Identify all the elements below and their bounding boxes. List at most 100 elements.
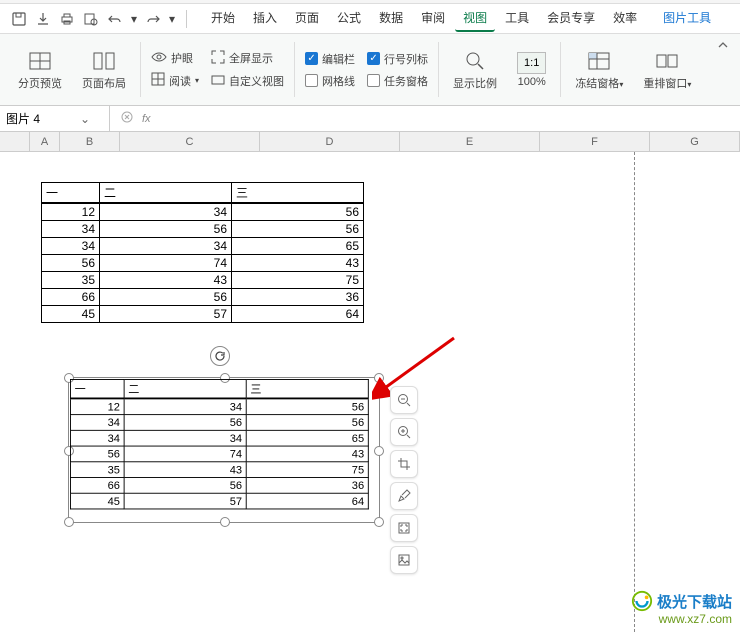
table-header: 三	[246, 379, 368, 398]
table-cell: 35	[70, 462, 124, 478]
name-box-dropdown-icon[interactable]: ⌄	[76, 112, 94, 126]
fx-icon[interactable]: fx	[142, 113, 151, 125]
resize-handle-se[interactable]	[374, 517, 384, 527]
watermark: 极光下载站 www.xz7.com	[631, 590, 732, 626]
resize-handle-e[interactable]	[374, 446, 384, 456]
table-cell: 34	[100, 203, 232, 221]
redo-icon[interactable]	[142, 8, 164, 30]
page-layout-icon	[92, 49, 116, 73]
print-icon[interactable]	[56, 8, 78, 30]
undo-icon[interactable]	[104, 8, 126, 30]
gridlines-checkbox[interactable]: 网格线	[305, 73, 355, 89]
edit-button[interactable]	[390, 482, 418, 510]
zoom-in-button[interactable]	[390, 418, 418, 446]
page-layout-button[interactable]: 页面布局	[78, 45, 130, 95]
freeze-icon	[587, 49, 611, 73]
menu-view[interactable]: 视图	[455, 5, 495, 32]
table-cell: 34	[124, 430, 246, 446]
table-cell: 36	[232, 289, 364, 306]
table-header: 二	[100, 183, 232, 204]
menu-tools[interactable]: 工具	[497, 5, 537, 32]
table-cell: 56	[232, 221, 364, 238]
custom-view-icon	[211, 73, 225, 90]
menu-efficiency[interactable]: 效率	[605, 5, 645, 32]
formula-bar-checkbox[interactable]: 编辑栏	[305, 51, 355, 67]
table-cell: 34	[100, 238, 232, 255]
table-cell: 56	[100, 289, 232, 306]
worksheet-area[interactable]: 一二三1234563456563434655674433543756656364…	[0, 152, 740, 632]
export-icon[interactable]	[32, 8, 54, 30]
table-row: 343465	[70, 430, 368, 446]
undo-dropdown-icon[interactable]: ▾	[128, 8, 140, 30]
rotate-handle[interactable]	[210, 346, 230, 366]
table-cell: 12	[42, 203, 100, 221]
table-row: 345656	[70, 415, 368, 431]
top-bar: ▾ ▾ 开始 插入 页面 公式 数据 审阅 视图 工具 会员专享 效率 图片工具	[0, 4, 740, 34]
fullscreen-icon	[211, 50, 225, 67]
zoom-100-button[interactable]: 1:1 100%	[513, 48, 550, 92]
reading-mode-button[interactable]: 阅读▾	[151, 72, 199, 89]
watermark-url: www.xz7.com	[631, 612, 732, 626]
menu-start[interactable]: 开始	[203, 5, 243, 32]
replace-image-button[interactable]	[390, 546, 418, 574]
watermark-logo-icon	[631, 590, 653, 612]
eye-protect-toggle[interactable]: 护眼	[151, 50, 199, 66]
table-row: 343465	[42, 238, 364, 255]
table-row: 567443	[42, 255, 364, 272]
resize-handle-s[interactable]	[220, 517, 230, 527]
data-table-image[interactable]: 一二三1234563456563434655674433543756656364…	[70, 379, 369, 509]
custom-view-button[interactable]: 自定义视图	[211, 73, 284, 90]
save-icon[interactable]	[8, 8, 30, 30]
data-table-original: 一二三1234563456563434655674433543756656364…	[41, 182, 364, 323]
zoom-out-button[interactable]	[390, 386, 418, 414]
headers-checkbox[interactable]: 行号列标	[367, 51, 428, 67]
table-row: 345656	[42, 221, 364, 238]
column-header-A[interactable]: A	[30, 132, 60, 151]
crop-button[interactable]	[390, 450, 418, 478]
table-cell: 56	[246, 398, 368, 414]
zoom-button[interactable]: 显示比例	[449, 45, 501, 95]
ribbon-collapse-icon[interactable]	[716, 38, 732, 54]
table-cell: 75	[246, 462, 368, 478]
column-header-F[interactable]: F	[540, 132, 650, 151]
checkbox-icon	[367, 74, 380, 87]
column-header-G[interactable]: G	[650, 132, 740, 151]
table-cell: 66	[70, 478, 124, 494]
menu-insert[interactable]: 插入	[245, 5, 285, 32]
table-cell: 45	[42, 306, 100, 323]
fullscreen-button[interactable]: 全屏显示	[211, 50, 284, 67]
menu-review[interactable]: 审阅	[413, 5, 453, 32]
menu-picture-tools[interactable]: 图片工具	[655, 5, 719, 32]
arrange-windows-button[interactable]: 重排窗口▾	[639, 45, 695, 95]
redo-dropdown-icon[interactable]: ▾	[166, 8, 178, 30]
menu-page[interactable]: 页面	[287, 5, 327, 32]
print-preview-icon[interactable]	[80, 8, 102, 30]
table-cell: 74	[124, 446, 246, 462]
checkbox-icon	[305, 74, 318, 87]
task-pane-checkbox[interactable]: 任务窗格	[367, 73, 428, 89]
table-row: 123456	[42, 203, 364, 221]
formula-input[interactable]	[159, 111, 730, 126]
table-cell: 56	[232, 203, 364, 221]
name-box[interactable]: ⌄	[0, 106, 110, 131]
menu-data[interactable]: 数据	[371, 5, 411, 32]
table-cell: 57	[100, 306, 232, 323]
menu-member[interactable]: 会员专享	[539, 5, 603, 32]
column-header-E[interactable]: E	[400, 132, 540, 151]
name-box-input[interactable]	[6, 112, 76, 126]
cancel-formula-icon[interactable]	[120, 110, 134, 127]
table-cell: 34	[42, 221, 100, 238]
table-cell: 74	[100, 255, 232, 272]
checkbox-checked-icon	[305, 52, 318, 65]
menu-formula[interactable]: 公式	[329, 5, 369, 32]
freeze-panes-button[interactable]: 冻结窗格▾	[571, 45, 627, 95]
column-header-D[interactable]: D	[260, 132, 400, 151]
column-header-B[interactable]: B	[60, 132, 120, 151]
select-all-corner[interactable]	[0, 132, 30, 151]
column-header-C[interactable]: C	[120, 132, 260, 151]
fit-button[interactable]	[390, 514, 418, 542]
page-preview-button[interactable]: 分页预览	[14, 45, 66, 95]
reading-icon	[151, 72, 165, 89]
table-header: 一	[42, 183, 100, 204]
resize-handle-sw[interactable]	[64, 517, 74, 527]
